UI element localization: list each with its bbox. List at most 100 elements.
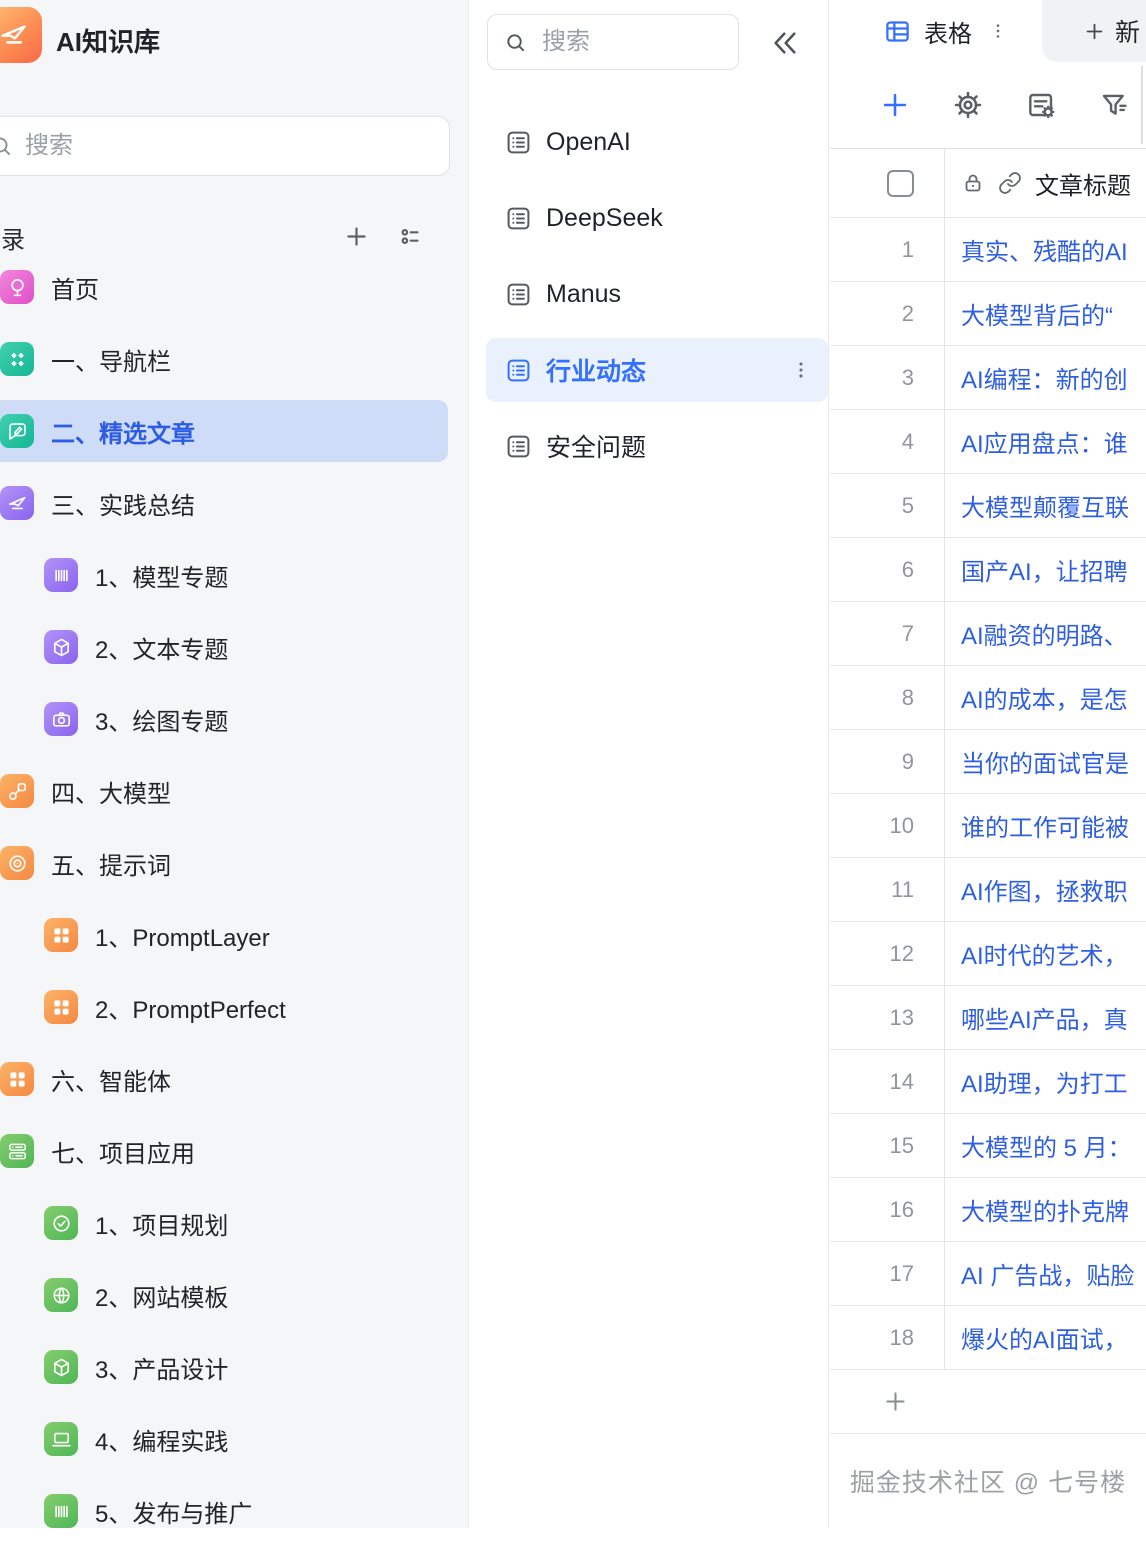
article-title-link[interactable]: 国产AI，让招聘 xyxy=(945,538,1146,601)
article-title-link[interactable]: AI作图，拯救职 xyxy=(945,858,1146,921)
article-title-link[interactable]: 大模型的扑克牌 xyxy=(945,1178,1146,1241)
link-field-icon xyxy=(998,171,1022,195)
add-page-icon[interactable] xyxy=(343,223,370,250)
table-item-manus[interactable]: Manus xyxy=(486,262,828,326)
kb-title: AI知识库 xyxy=(56,22,160,59)
sidebar-item-product-design[interactable]: 3、产品设计 xyxy=(0,1336,448,1398)
sidebar-item-navbar[interactable]: 一、导航栏 xyxy=(0,328,448,390)
article-title-link[interactable]: 真实、残酷的AI xyxy=(945,218,1146,281)
table-list-search-input[interactable] xyxy=(540,27,720,57)
table-list-panel: OpenAI DeepSeek Manus 行业动态 xyxy=(470,0,829,1528)
tab-table-view[interactable]: 表格 xyxy=(884,0,1008,62)
sidebar-item-drawing-topic[interactable]: 3、绘图专题 xyxy=(0,688,448,750)
settings-gear-icon[interactable] xyxy=(952,89,984,121)
table-item-openai[interactable]: OpenAI xyxy=(486,110,828,174)
title-column-header[interactable]: 文章标题 xyxy=(945,149,1146,217)
article-title-link[interactable]: 谁的工作可能被 xyxy=(945,794,1146,857)
table-row[interactable]: 13 哪些AI产品，真 xyxy=(830,986,1146,1050)
sidebar-item-prompts[interactable]: 五、提示词 xyxy=(0,832,448,894)
table-row[interactable]: 9 当你的面试官是 xyxy=(830,730,1146,794)
sidebar-item-label: 四、大模型 xyxy=(51,774,171,809)
table-list: OpenAI DeepSeek Manus 行业动态 xyxy=(486,110,828,490)
table-list-search[interactable] xyxy=(487,14,739,70)
table-item-industry-news[interactable]: 行业动态 xyxy=(486,338,828,402)
article-title-link[interactable]: 大模型颠覆互联 xyxy=(945,474,1146,537)
row-number: 9 xyxy=(830,730,945,793)
app-grid-icon xyxy=(44,990,78,1024)
article-title-link[interactable]: 当你的面试官是 xyxy=(945,730,1146,793)
sidebar-item-agents[interactable]: 六、智能体 xyxy=(0,1048,448,1110)
table-row[interactable]: 4 AI应用盘点：谁 xyxy=(830,410,1146,474)
sidebar-item-llm[interactable]: 四、大模型 xyxy=(0,760,448,822)
row-number: 3 xyxy=(830,346,945,409)
article-title-link[interactable]: AI编程：新的创 xyxy=(945,346,1146,409)
tab-label: 表格 xyxy=(924,14,972,49)
table-row[interactable]: 8 AI的成本，是怎 xyxy=(830,666,1146,730)
add-row-button[interactable] xyxy=(830,1370,1146,1434)
table-row[interactable]: 2 大模型背后的“ xyxy=(830,282,1146,346)
table-row[interactable]: 16 大模型的扑克牌 xyxy=(830,1178,1146,1242)
select-all-checkbox[interactable] xyxy=(887,170,914,197)
globe-icon xyxy=(44,1278,78,1312)
sidebar-item-featured-articles[interactable]: 二、精选文章 xyxy=(0,400,448,462)
sidebar-item-model-topic[interactable]: 1、模型专题 xyxy=(0,544,448,606)
watermark: 掘金技术社区 @ 七号楼 xyxy=(850,1463,1126,1499)
article-title-link[interactable]: AI的成本，是怎 xyxy=(945,666,1146,729)
article-title-link[interactable]: 爆火的AI面试， xyxy=(945,1306,1146,1369)
sidebar-nav: 首页 一、导航栏 二、精选文章 三、实践总结 1、模型专题 xyxy=(0,256,448,1552)
cube-icon xyxy=(44,1350,78,1384)
table-row[interactable]: 14 AI助理，为打工 xyxy=(830,1050,1146,1114)
table-row[interactable]: 10 谁的工作可能被 xyxy=(830,794,1146,858)
table-row[interactable]: 7 AI融资的明路、 xyxy=(830,602,1146,666)
article-title-link[interactable]: 大模型背后的“ xyxy=(945,282,1146,345)
article-title-link[interactable]: AI时代的艺术， xyxy=(945,922,1146,985)
sidebar-item-project-planning[interactable]: 1、项目规划 xyxy=(0,1192,448,1254)
row-number: 11 xyxy=(830,858,945,921)
article-title-link[interactable]: AI应用盘点：谁 xyxy=(945,410,1146,473)
sidebar-search[interactable] xyxy=(0,116,450,176)
row-number: 2 xyxy=(830,282,945,345)
sidebar-item-text-topic[interactable]: 2、文本专题 xyxy=(0,616,448,678)
table-row[interactable]: 18 爆火的AI面试， xyxy=(830,1306,1146,1370)
add-record-icon[interactable] xyxy=(879,89,911,121)
field-config-icon[interactable] xyxy=(1025,89,1057,121)
table-row[interactable]: 17 AI 广告战，贴脸 xyxy=(830,1242,1146,1306)
collapse-panel-icon[interactable] xyxy=(769,27,801,59)
new-view-button[interactable]: 新 xyxy=(1042,0,1146,62)
article-title-link[interactable]: 哪些AI产品，真 xyxy=(945,986,1146,1049)
table-row[interactable]: 12 AI时代的艺术， xyxy=(830,922,1146,986)
more-options-icon[interactable] xyxy=(790,359,812,381)
sidebar-item-website-templates[interactable]: 2、网站模板 xyxy=(0,1264,448,1326)
article-title-link[interactable]: AI助理，为打工 xyxy=(945,1050,1146,1113)
cube-icon xyxy=(44,630,78,664)
table-row[interactable]: 1 真实、残酷的AI xyxy=(830,218,1146,282)
sidebar-item-promptlayer[interactable]: 1、PromptLayer xyxy=(0,904,448,966)
sidebar-item-label: 五、提示词 xyxy=(51,846,171,881)
article-title-link[interactable]: AI融资的明路、 xyxy=(945,602,1146,665)
grid-view-panel: 表格 新 xyxy=(830,0,1146,1528)
sidebar-search-input[interactable] xyxy=(23,131,403,161)
table-item-deepseek[interactable]: DeepSeek xyxy=(486,186,828,250)
directory-settings-icon[interactable] xyxy=(397,223,424,250)
table-item-security[interactable]: 安全问题 xyxy=(486,414,828,478)
article-title-link[interactable]: AI 广告战，贴脸 xyxy=(945,1242,1146,1305)
table-row[interactable]: 11 AI作图，拯救职 xyxy=(830,858,1146,922)
table-icon xyxy=(505,281,532,308)
article-title-link[interactable]: 大模型的 5 月： xyxy=(945,1114,1146,1177)
table-row[interactable]: 3 AI编程：新的创 xyxy=(830,346,1146,410)
sidebar-item-home[interactable]: 首页 xyxy=(0,256,448,318)
sidebar-item-publish-promotion[interactable]: 5、发布与推广 xyxy=(0,1480,448,1542)
sidebar-item-promptperfect[interactable]: 2、PromptPerfect xyxy=(0,976,448,1038)
table-row[interactable]: 5 大模型颠覆互联 xyxy=(830,474,1146,538)
target-icon xyxy=(0,846,34,880)
sidebar-item-coding-practice[interactable]: 4、编程实践 xyxy=(0,1408,448,1470)
table-row[interactable]: 6 国产AI，让招聘 xyxy=(830,538,1146,602)
sidebar-item-label: 三、实践总结 xyxy=(51,486,195,521)
app-logo-icon[interactable] xyxy=(0,7,42,63)
sidebar-item-project-apps[interactable]: 七、项目应用 xyxy=(0,1120,448,1182)
filter-icon[interactable] xyxy=(1098,89,1130,121)
sidebar-item-practice-summary[interactable]: 三、实践总结 xyxy=(0,472,448,534)
row-number: 7 xyxy=(830,602,945,665)
table-row[interactable]: 15 大模型的 5 月： xyxy=(830,1114,1146,1178)
view-options-icon[interactable] xyxy=(988,21,1008,41)
